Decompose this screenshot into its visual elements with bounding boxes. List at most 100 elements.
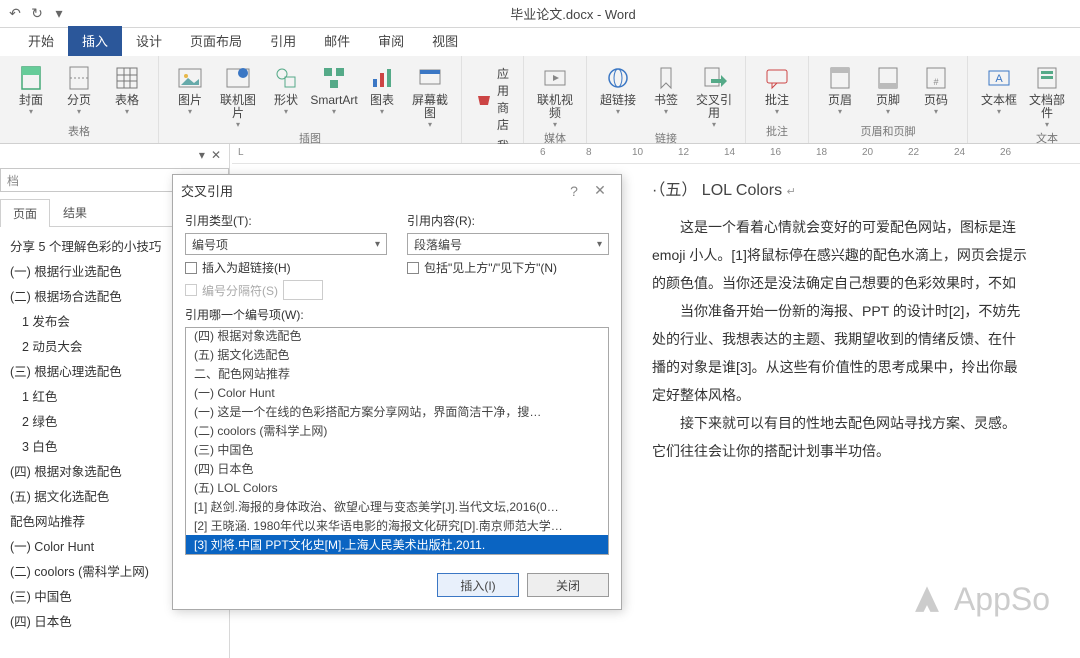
ribbon-btn-超链接[interactable]: 超链接▾ — [595, 60, 641, 129]
ribbon-btn-应用商店[interactable]: 应用商店 — [470, 64, 515, 134]
ribbon-btn-页码[interactable]: #页码▾ — [913, 60, 959, 122]
reference-list-item[interactable]: [3] 刘将.中国 PPT文化史[M].上海人民美术出版社,2011. — [186, 535, 608, 554]
redo-icon[interactable]: ↻ — [26, 3, 48, 25]
ribbon-btn-形状[interactable]: 形状▾ — [263, 60, 309, 129]
menu-tab-3[interactable]: 页面布局 — [176, 26, 256, 56]
paragraph: 处的行业、我想表达的主题、我期望收到的情绪反馈、在什 — [652, 326, 1080, 352]
watermark-text: AppSo — [954, 581, 1050, 618]
include-above-below-checkbox[interactable]: 包括"见上方"/"见下方"(N) — [407, 259, 609, 276]
paragraph: emoji 小人。[1]将鼠标停在感兴趣的配色水滴上，网页会提示 — [652, 242, 1080, 268]
ribbon-group-0: 封面▾分页▾表格▾ 表格 — [0, 56, 159, 143]
ribbon-btn-表格[interactable]: 表格▾ — [104, 60, 150, 122]
ribbon-btn-联机视频[interactable]: 联机视频▾ — [532, 60, 578, 129]
reference-list-item[interactable]: [2] 王晓涵. 1980年代以来华语电影的海报文化研究[D].南京师范大学… — [186, 516, 608, 535]
menu-tab-7[interactable]: 视图 — [418, 26, 472, 56]
ribbon-btn-页脚[interactable]: 页脚▾ — [865, 60, 911, 122]
批注-icon — [763, 64, 791, 92]
reference-list-item[interactable]: (三) 中国色 — [186, 440, 608, 459]
ribbon-btn-书签[interactable]: 书签▾ — [643, 60, 689, 129]
ribbon-btn-分页[interactable]: 分页▾ — [56, 60, 102, 122]
paragraph: 播的对象是谁[3]。从这些有价值性的思考成果中，拎出你最 — [652, 354, 1080, 380]
menu-tab-0[interactable]: 开始 — [14, 26, 68, 56]
separator-input — [283, 280, 323, 300]
ribbon-btn-label: 文档部件 — [1024, 94, 1070, 120]
reference-list-item[interactable]: (五) 据文化选配色 — [186, 345, 608, 364]
menu-tab-4[interactable]: 引用 — [256, 26, 310, 56]
ribbon-btn-label: 批注 — [765, 94, 789, 107]
ribbon-btn-label: 页眉 — [828, 94, 852, 107]
dialog-help-icon[interactable]: ? — [561, 183, 587, 199]
button-label: 插入(I) — [460, 577, 495, 594]
watermark: AppSo — [910, 581, 1050, 618]
nav-search-placeholder: 档 — [7, 172, 19, 189]
ribbon-group-label: 批注 — [766, 122, 788, 141]
图片-icon — [176, 64, 204, 92]
appso-logo-icon — [910, 583, 944, 617]
close-button[interactable]: 关闭 — [527, 573, 609, 597]
reference-list-item[interactable]: (二) coolors (需科学上网) — [186, 421, 608, 440]
ribbon-group-2: 应用商店我的应用加载项 — [462, 56, 524, 143]
reference-list-item[interactable]: (一) Color Hunt — [186, 383, 608, 402]
reference-list-item[interactable]: [1] 赵剑.海报的身体政治、欲望心理与变态美学[J].当代文坛,2016(0… — [186, 497, 608, 516]
ribbon-btn-艺[interactable]: A艺▾ — [1072, 60, 1080, 129]
insert-button[interactable]: 插入(I) — [437, 573, 519, 597]
ribbon-btn-页眉[interactable]: 页眉▾ — [817, 60, 863, 122]
ribbon-btn-屏幕截图[interactable]: 屏幕截图▾ — [407, 60, 453, 129]
ribbon-group-3: 联机视频▾媒体 — [524, 56, 587, 143]
dialog-title: 交叉引用 — [181, 181, 561, 200]
menu-tab-1[interactable]: 插入 — [68, 26, 122, 56]
ribbon-btn-label: 屏幕截图 — [407, 94, 453, 120]
ref-content-value: 段落编号 — [414, 236, 462, 253]
ribbon-btn-文档部件[interactable]: 文档部件▾ — [1024, 60, 1070, 129]
nav-tab-1[interactable]: 结果 — [50, 198, 100, 226]
封面-icon — [17, 64, 45, 92]
reference-list-item[interactable]: (一) 这是一个在线的色彩搭配方案分享网站，界面简洁干净，搜… — [186, 402, 608, 421]
ribbon-btn-label: 交叉引用 — [691, 94, 737, 120]
ribbon-btn-label: 图片 — [178, 94, 202, 107]
svg-text:A: A — [995, 73, 1003, 85]
nav-close-icon[interactable]: ✕ — [211, 148, 221, 162]
ribbon-btn-SmartArt[interactable]: SmartArt▾ — [311, 60, 357, 129]
ribbon-group-label: 表格 — [68, 122, 90, 141]
ref-type-select[interactable]: 编号项 — [185, 233, 387, 255]
页码-icon: # — [922, 64, 950, 92]
document-title: 毕业论文.docx - Word — [70, 4, 1076, 23]
button-label: 关闭 — [556, 577, 580, 594]
ribbon-btn-联机图片[interactable]: 联机图片▾ — [215, 60, 261, 129]
menu-tab-5[interactable]: 邮件 — [310, 26, 364, 56]
back-icon[interactable]: ↶ — [4, 3, 26, 25]
ribbon-btn-批注[interactable]: 批注▾ — [754, 60, 800, 122]
reference-list-item[interactable]: (四) 日本色 — [186, 459, 608, 478]
dialog-close-icon[interactable]: ✕ — [587, 182, 613, 199]
menu-tab-2[interactable]: 设计 — [122, 26, 176, 56]
nav-menu-icon[interactable]: ▾ — [199, 148, 205, 162]
ruler: L 6 8 10 12 14 16 18 20 22 24 26 — [232, 144, 1080, 164]
menu-tab-6[interactable]: 审阅 — [364, 26, 418, 56]
ref-content-label: 引用内容(R): — [407, 212, 609, 229]
nav-item[interactable]: (四) 日本色 — [4, 608, 229, 633]
ref-type-label: 引用类型(T): — [185, 212, 387, 229]
reference-item-list[interactable]: (四) 根据对象选配色(五) 据文化选配色二、配色网站推荐(一) Color H… — [185, 327, 609, 555]
reference-list-item[interactable]: (五) LOL Colors — [186, 478, 608, 497]
ribbon-btn-图片[interactable]: 图片▾ — [167, 60, 213, 129]
分页-icon — [65, 64, 93, 92]
insert-hyperlink-checkbox[interactable]: 插入为超链接(H) — [185, 259, 387, 276]
paragraph: 当你准备开始一份新的海报、PPT 的设计时[2]，不妨先 — [652, 298, 1080, 324]
heading-text: LOL Colors — [702, 182, 782, 199]
形状-icon — [272, 64, 300, 92]
ribbon-btn-图表[interactable]: 图表▾ — [359, 60, 405, 129]
ribbon-btn-label: 联机图片 — [215, 94, 261, 120]
ribbon-btn-label: 应用商店 — [497, 65, 509, 133]
ref-content-select[interactable]: 段落编号 — [407, 233, 609, 255]
ribbon-btn-交叉引用[interactable]: 交叉引用▾ — [691, 60, 737, 129]
qa-dropdown-icon[interactable]: ▾ — [48, 3, 70, 25]
which-item-label: 引用哪一个编号项(W): — [185, 306, 609, 323]
ribbon-btn-文本框[interactable]: A文本框▾ — [976, 60, 1022, 129]
ribbon-btn-封面[interactable]: 封面▾ — [8, 60, 54, 122]
heading-prefix: ·（五） — [652, 182, 697, 199]
nav-tab-0[interactable]: 页面 — [0, 199, 50, 227]
reference-list-item[interactable]: 二、配色网站推荐 — [186, 364, 608, 383]
reference-list-item[interactable]: (四) 根据对象选配色 — [186, 327, 608, 345]
ribbon-group-5: 批注▾批注 — [746, 56, 809, 143]
联机视频-icon — [541, 64, 569, 92]
